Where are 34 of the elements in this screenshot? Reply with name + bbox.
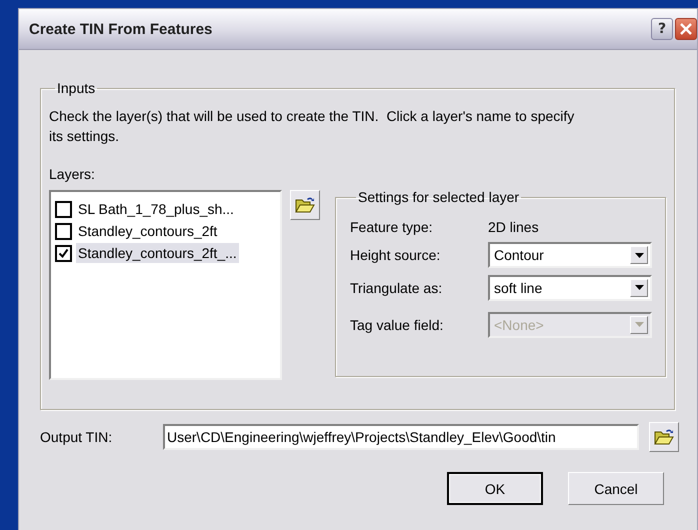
- field-label: Output TIN:: [40, 429, 114, 445]
- help-button[interactable]: ?: [651, 18, 673, 40]
- layer-name[interactable]: Standley_contours_2ft_...: [76, 243, 239, 263]
- field-label: Height source:: [350, 247, 442, 263]
- check-icon: [58, 248, 69, 258]
- field-label: Triangulate as:: [350, 280, 444, 296]
- group-label: Settings for selected layer: [357, 189, 520, 205]
- dropdown-arrow-icon: [634, 285, 644, 290]
- layers-list[interactable]: SL Bath_1_78_plus_sh... Standley_contours_2ft Standley_contours_2ft_...: [49, 190, 282, 380]
- instructions-text: Check the layer(s) that will be used to create the TIN. Click a layer's name to specify its settings.: [49, 107, 576, 146]
- field-label: Feature type:: [350, 219, 434, 235]
- close-icon: [679, 22, 693, 36]
- browse-button[interactable]: [649, 422, 679, 452]
- layers-label: Layers:: [49, 166, 96, 182]
- dropdown[interactable]: soft line: [488, 274, 652, 300]
- folder-icon: [295, 196, 315, 214]
- layer-name[interactable]: Standley_contours_2ft: [76, 221, 220, 241]
- window-title: Create TIN From Features: [29, 20, 212, 38]
- ok-button[interactable]: OK: [447, 472, 543, 505]
- feature-type-value: 2D lines: [488, 219, 539, 235]
- checkbox[interactable]: [55, 200, 72, 218]
- folder-icon: [654, 428, 674, 446]
- group-label: Inputs: [56, 80, 96, 96]
- output-field[interactable]: User\CD\Engineering\wjeffrey\Projects\Standley_Elev\Good\tin: [163, 424, 639, 450]
- checkbox[interactable]: [55, 244, 72, 262]
- close-button[interactable]: [675, 18, 697, 40]
- dropdown[interactable]: Contour: [488, 242, 652, 268]
- layer-name[interactable]: SL Bath_1_78_plus_sh...: [76, 199, 236, 219]
- dropdown-arrow-icon: [634, 252, 644, 258]
- dropdown-arrow-icon: [634, 322, 644, 327]
- add-layer-button[interactable]: [290, 190, 320, 220]
- cancel-button[interactable]: Cancel: [568, 472, 664, 505]
- checkbox[interactable]: [55, 222, 72, 240]
- field-label: Tag value field:: [350, 316, 444, 332]
